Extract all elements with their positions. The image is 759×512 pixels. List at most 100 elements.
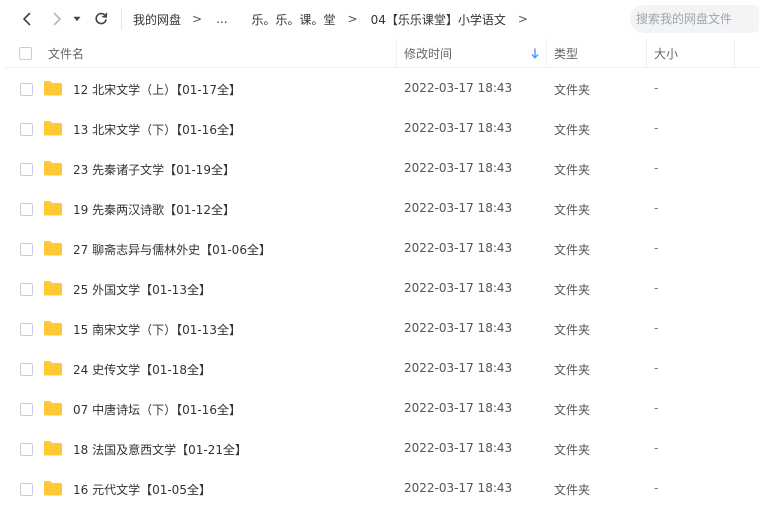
file-modified-time: 2022-03-17 18:43	[404, 361, 513, 375]
row-checkbox[interactable]	[20, 243, 33, 256]
search-box	[630, 5, 759, 33]
file-modified-time: 2022-03-17 18:43	[404, 481, 513, 495]
row-checkbox[interactable]	[20, 163, 33, 176]
file-modified-time: 2022-03-17 18:43	[404, 241, 513, 255]
file-type: 文件夹	[554, 163, 591, 177]
file-type: 文件夹	[554, 123, 591, 137]
file-row[interactable]: 23 先秦诸子文学【01-19全】 2022-03-17 18:43 文件夹 -	[0, 149, 759, 189]
file-size: -	[654, 401, 659, 415]
file-modified-time: 2022-03-17 18:43	[404, 201, 513, 215]
file-name[interactable]: 18 法国及意西文学【01-21全】	[73, 441, 247, 458]
file-type: 文件夹	[554, 203, 591, 217]
row-checkbox[interactable]	[20, 443, 33, 456]
refresh-button[interactable]	[91, 9, 111, 29]
file-type: 文件夹	[554, 283, 591, 297]
file-name[interactable]: 19 先秦两汉诗歌【01-12全】	[73, 201, 235, 218]
file-size: -	[654, 241, 659, 255]
breadcrumb-separator: >	[517, 12, 528, 26]
column-divider	[646, 38, 647, 68]
row-checkbox[interactable]	[20, 283, 33, 296]
history-dropdown-button[interactable]	[70, 9, 84, 29]
file-modified-time: 2022-03-17 18:43	[404, 441, 513, 455]
file-row[interactable]: 16 元代文学【01-05全】 2022-03-17 18:43 文件夹 -	[0, 469, 759, 509]
select-all-cell	[19, 38, 32, 68]
row-checkbox[interactable]	[20, 203, 33, 216]
breadcrumb-separator: >	[192, 12, 203, 26]
file-type: 文件夹	[554, 323, 591, 337]
file-row[interactable]: 24 史传文学【01-18全】 2022-03-17 18:43 文件夹 -	[0, 349, 759, 389]
file-row[interactable]: 07 中唐诗坛（下）【01-16全】 2022-03-17 18:43 文件夹 …	[0, 389, 759, 429]
breadcrumb-item-current[interactable]: 04【乐乐课堂】小学语文	[371, 11, 506, 28]
toolbar: 我的网盘 > ... 乐。乐。课。堂 > 04【乐乐课堂】小学语文 >	[0, 0, 759, 38]
file-type: 文件夹	[554, 403, 591, 417]
column-divider	[734, 38, 735, 68]
column-divider	[546, 38, 547, 68]
file-size: -	[654, 361, 659, 375]
row-checkbox[interactable]	[20, 483, 33, 496]
row-checkbox[interactable]	[20, 363, 33, 376]
toolbar-divider	[121, 8, 122, 30]
folder-icon	[44, 201, 62, 216]
file-type: 文件夹	[554, 243, 591, 257]
file-type: 文件夹	[554, 443, 591, 457]
file-name[interactable]: 25 外国文学【01-13全】	[73, 281, 211, 298]
row-checkbox[interactable]	[20, 123, 33, 136]
file-row[interactable]: 18 法国及意西文学【01-21全】 2022-03-17 18:43 文件夹 …	[0, 429, 759, 469]
file-row[interactable]: 19 先秦两汉诗歌【01-12全】 2022-03-17 18:43 文件夹 -	[0, 189, 759, 229]
chevron-left-icon	[23, 12, 31, 26]
file-name[interactable]: 23 先秦诸子文学【01-19全】	[73, 161, 235, 178]
chevron-right-icon	[53, 12, 61, 26]
file-row[interactable]: 27 聊斋志异与儒林外史【01-06全】 2022-03-17 18:43 文件…	[0, 229, 759, 269]
file-name[interactable]: 27 聊斋志异与儒林外史【01-06全】	[73, 241, 271, 258]
file-size: -	[654, 201, 659, 215]
file-size: -	[654, 121, 659, 135]
file-name[interactable]: 13 北宋文学（下）【01-16全】	[73, 121, 241, 138]
file-size: -	[654, 81, 659, 95]
row-checkbox[interactable]	[20, 83, 33, 96]
forward-button[interactable]	[47, 9, 67, 29]
file-modified-time: 2022-03-17 18:43	[404, 321, 513, 335]
file-name[interactable]: 12 北宋文学（上）【01-17全】	[73, 81, 241, 98]
caret-down-icon	[73, 16, 81, 22]
column-header-name[interactable]: 文件名	[48, 38, 84, 68]
row-checkbox[interactable]	[20, 323, 33, 336]
file-name[interactable]: 07 中唐诗坛（下）【01-16全】	[73, 401, 241, 418]
file-name[interactable]: 15 南宋文学（下）【01-13全】	[73, 321, 241, 338]
row-checkbox[interactable]	[20, 403, 33, 416]
breadcrumb-item-root[interactable]: 我的网盘	[133, 11, 181, 28]
file-row[interactable]: 13 北宋文学（下）【01-16全】 2022-03-17 18:43 文件夹 …	[0, 109, 759, 149]
file-modified-time: 2022-03-17 18:43	[404, 81, 513, 95]
file-name[interactable]: 24 史传文学【01-18全】	[73, 361, 211, 378]
breadcrumb-item-parent[interactable]: 乐。乐。课。堂	[252, 11, 336, 28]
file-type: 文件夹	[554, 83, 591, 97]
column-divider	[396, 38, 397, 68]
breadcrumb-item-ellipsis[interactable]: ...	[216, 12, 227, 26]
file-modified-time: 2022-03-17 18:43	[404, 121, 513, 135]
folder-icon	[44, 441, 62, 456]
folder-icon	[44, 161, 62, 176]
file-row[interactable]: 15 南宋文学（下）【01-13全】 2022-03-17 18:43 文件夹 …	[0, 309, 759, 349]
file-type: 文件夹	[554, 483, 591, 497]
file-size: -	[654, 321, 659, 335]
file-size: -	[654, 441, 659, 455]
column-header-modified[interactable]: 修改时间	[404, 38, 550, 68]
file-size: -	[654, 281, 659, 295]
folder-icon	[44, 241, 62, 256]
select-all-checkbox[interactable]	[19, 46, 32, 60]
back-button[interactable]	[17, 9, 37, 29]
breadcrumb: 我的网盘 > ... 乐。乐。课。堂 > 04【乐乐课堂】小学语文 >	[133, 10, 528, 28]
file-modified-time: 2022-03-17 18:43	[404, 401, 513, 415]
column-header-type[interactable]: 类型	[554, 38, 578, 68]
file-row[interactable]: 12 北宋文学（上）【01-17全】 2022-03-17 18:43 文件夹 …	[0, 69, 759, 109]
folder-icon	[44, 81, 62, 96]
column-header-modified-label: 修改时间	[404, 46, 453, 61]
column-header-size[interactable]: 大小	[654, 38, 678, 68]
file-name[interactable]: 16 元代文学【01-05全】	[73, 481, 211, 498]
file-size: -	[654, 481, 659, 495]
folder-icon	[44, 481, 62, 496]
breadcrumb-separator: >	[347, 12, 358, 26]
folder-icon	[44, 281, 62, 296]
file-row[interactable]: 25 外国文学【01-13全】 2022-03-17 18:43 文件夹 -	[0, 269, 759, 309]
folder-icon	[44, 121, 62, 136]
search-input[interactable]	[636, 12, 759, 26]
